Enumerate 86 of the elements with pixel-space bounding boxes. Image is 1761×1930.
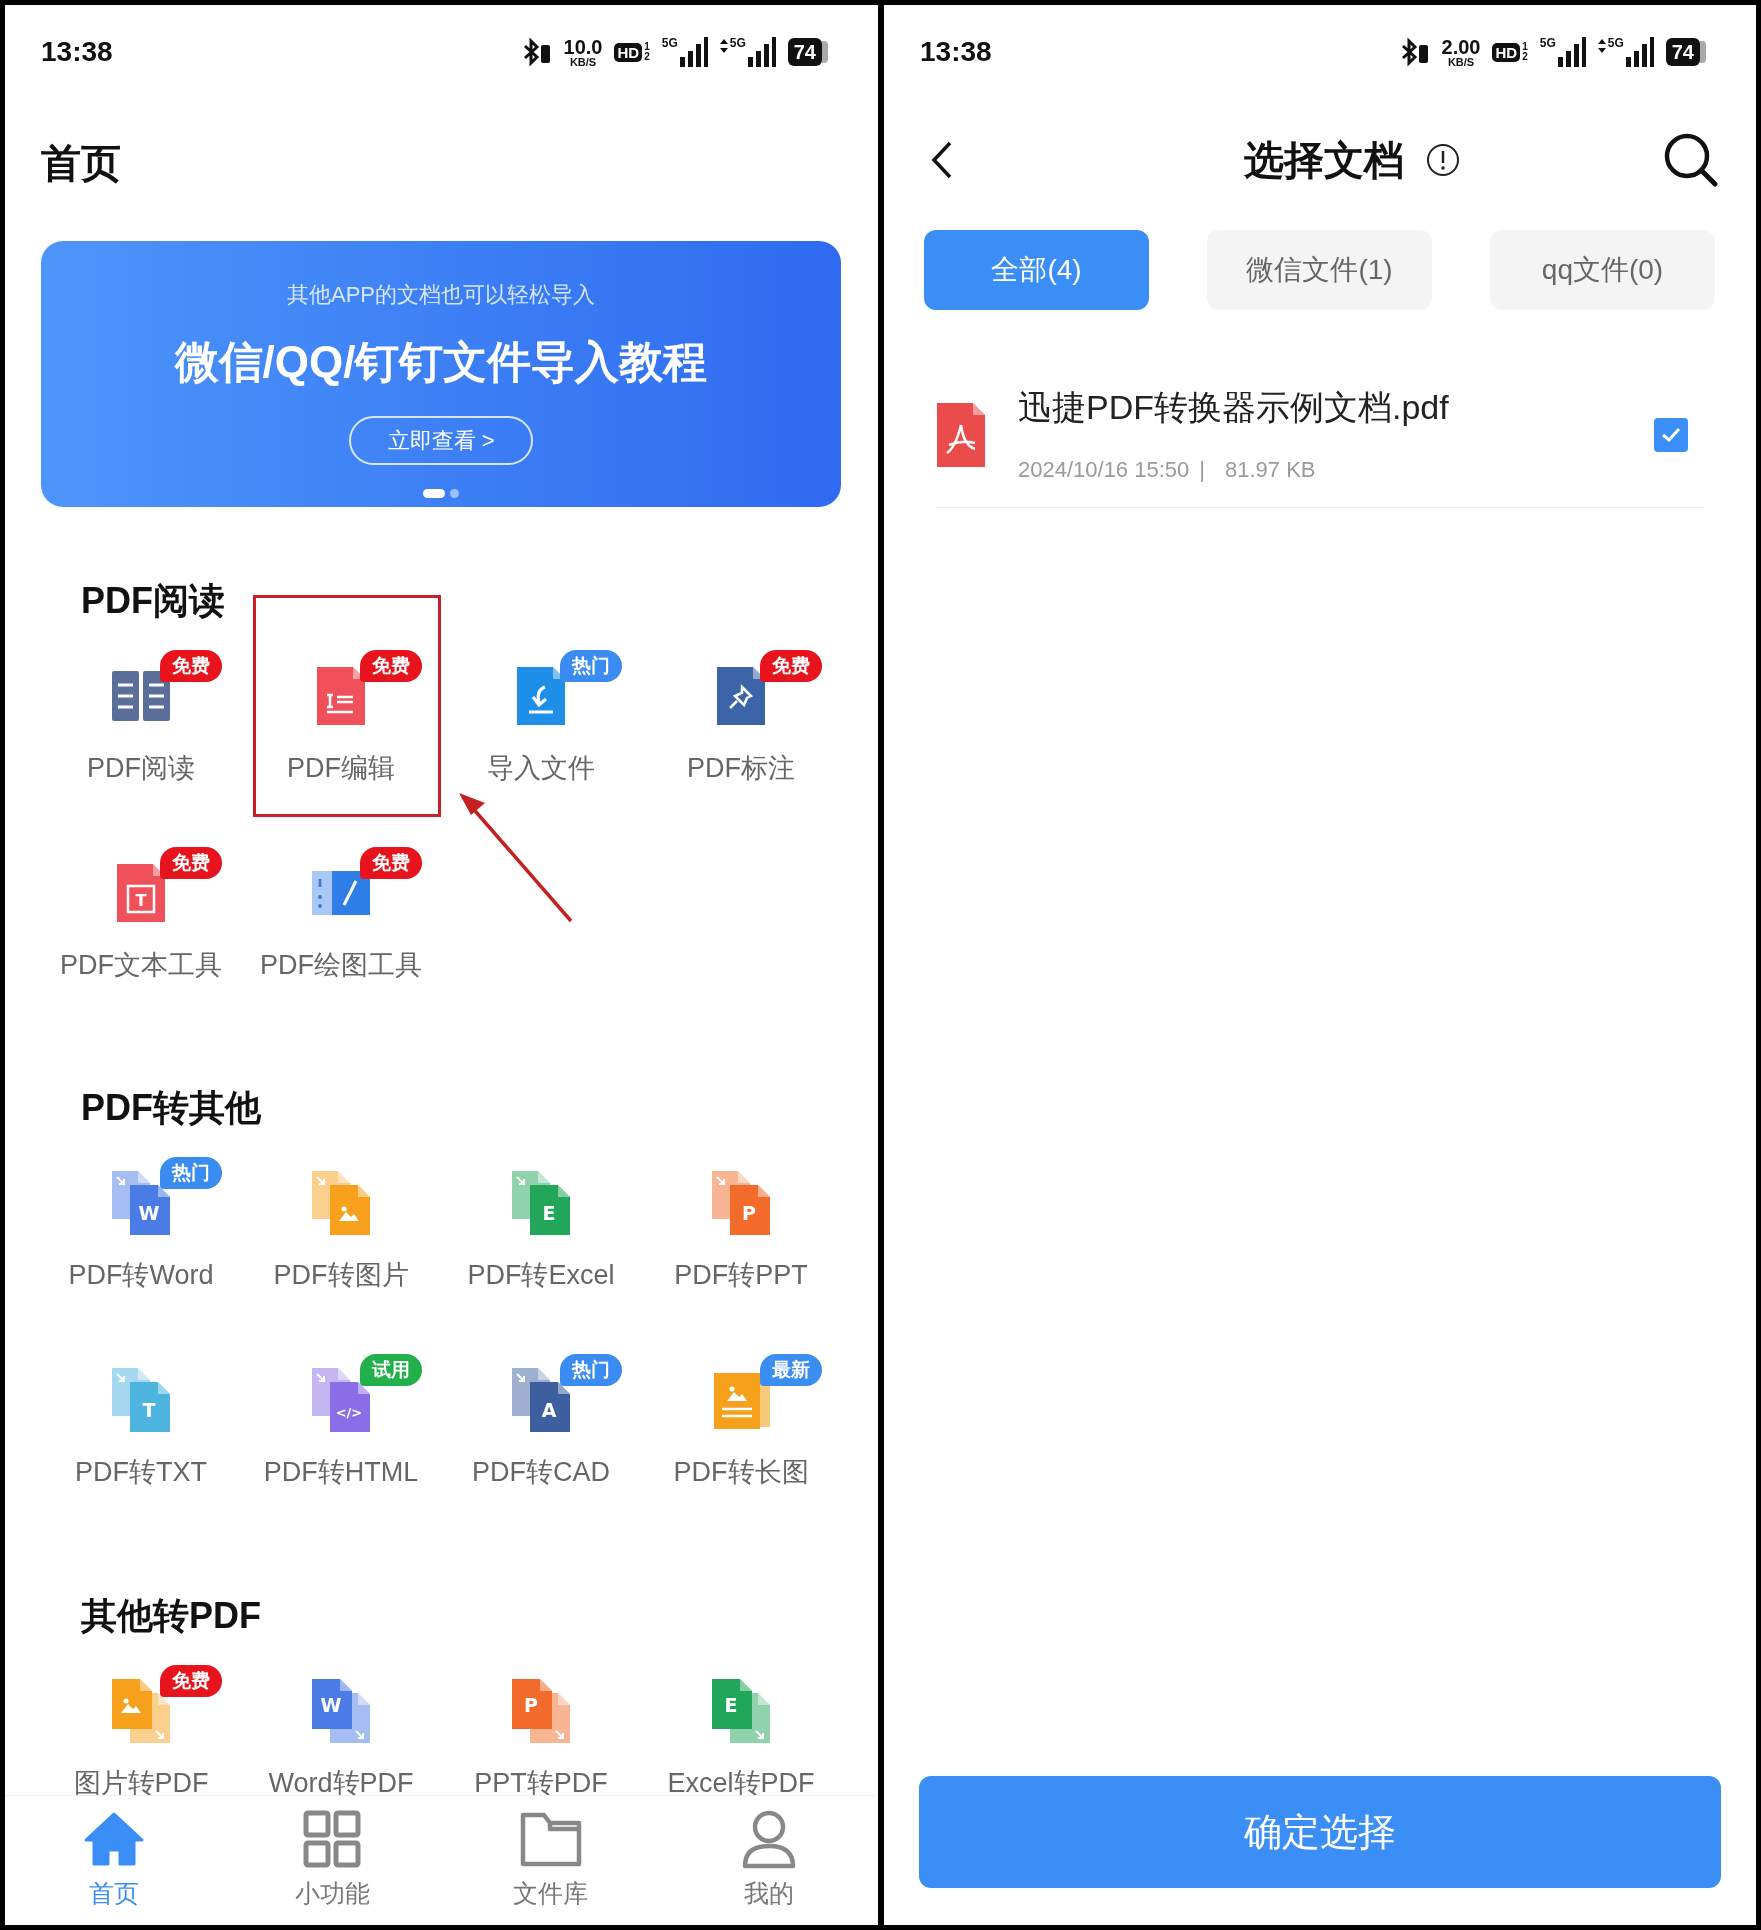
section-title: PDF阅读	[81, 579, 225, 623]
bluetooth-icon	[1399, 37, 1430, 67]
back-icon[interactable]	[930, 140, 954, 180]
hd-badge: HD	[1492, 42, 1521, 62]
feature-link[interactable]: PDF转CAD	[472, 1455, 610, 1489]
search-icon[interactable]	[1663, 132, 1719, 188]
feature-link[interactable]: PDF转Word	[68, 1258, 214, 1292]
text-tool-icon: T	[115, 862, 167, 924]
sim-number: 1	[1522, 42, 1528, 52]
file-date: 2024/10/16 15:50	[1018, 455, 1190, 484]
network-type: 5G	[1607, 37, 1624, 49]
feature-link[interactable]: 导入文件	[487, 751, 595, 785]
speed-unit: KB/S	[1447, 56, 1475, 68]
file-name[interactable]: 迅捷PDF转换器示例文档.pdf	[1018, 385, 1449, 429]
page-title: 选择文档	[1244, 137, 1404, 184]
import-document-icon	[515, 665, 567, 727]
sim-number: 2	[1522, 52, 1528, 62]
network-type: 5G	[1539, 37, 1556, 49]
badge: 免费	[360, 847, 422, 879]
nav-tab[interactable]: 小功能	[294, 1878, 370, 1908]
feature-link[interactable]: PDF转图片	[273, 1258, 409, 1292]
badge: 免费	[160, 650, 222, 682]
banner-headline: 微信/QQ/钉钉文件导入教程	[174, 336, 708, 388]
file-conversion-icon	[110, 1677, 172, 1745]
file-size: 81.97 KB	[1225, 455, 1316, 484]
badge: 免费	[360, 650, 422, 682]
folder-icon[interactable]	[519, 1811, 582, 1867]
signal-icon	[1623, 37, 1654, 67]
badge: 免费	[760, 650, 822, 682]
person-icon[interactable]	[740, 1809, 797, 1869]
pin-document-icon	[715, 665, 767, 727]
network-speed: 2.00	[1441, 36, 1481, 57]
badge: 热门	[560, 650, 622, 682]
badge: 免费	[160, 1665, 222, 1697]
badge: 热门	[160, 1157, 222, 1189]
network-speed: 10.0	[563, 36, 603, 57]
home-icon[interactable]	[84, 1812, 145, 1866]
file-conversion-icon	[310, 1169, 372, 1237]
filter-tab[interactable]: 微信文件(1)	[1207, 230, 1432, 310]
view-now-button[interactable]: 立即查看 >	[349, 416, 533, 465]
network-type: 5G	[729, 37, 746, 49]
nav-tab[interactable]: 文件库	[513, 1878, 589, 1908]
feature-link[interactable]: PDF转长图	[673, 1455, 809, 1489]
meta-separator: |	[1199, 455, 1205, 484]
signal-icon	[745, 37, 776, 67]
battery-tip-icon	[1700, 41, 1706, 63]
status-time: 13:38	[41, 35, 113, 69]
grid-icon[interactable]	[302, 1809, 363, 1869]
sim-number: 2	[644, 52, 650, 62]
feature-link[interactable]: PDF转HTML	[263, 1455, 419, 1489]
sim-number: 1	[644, 42, 650, 52]
filter-tab[interactable]: qq文件(0)	[1490, 230, 1715, 310]
network-type: 5G	[661, 37, 678, 49]
speed-unit: KB/S	[569, 56, 597, 68]
status-time: 13:38	[920, 35, 992, 69]
badge: 免费	[160, 847, 222, 879]
battery-level: 74	[787, 38, 822, 66]
pdf-file-icon	[935, 400, 987, 469]
feature-link[interactable]: PDF绘图工具	[260, 948, 422, 982]
feature-link[interactable]: PDF标注	[687, 751, 795, 785]
feature-link[interactable]: PDF编辑	[287, 751, 395, 785]
bluetooth-icon	[521, 37, 552, 67]
battery-tip-icon	[822, 41, 828, 63]
feature-link[interactable]: PDF转TXT	[75, 1455, 207, 1489]
feature-link[interactable]: PDF阅读	[87, 751, 195, 785]
section-title: PDF转其他	[81, 1086, 261, 1130]
section-title: 其他转PDF	[81, 1594, 261, 1638]
nav-tab[interactable]: 我的	[743, 1878, 794, 1908]
badge: 最新	[760, 1354, 822, 1386]
filter-tab[interactable]: 全部(4)	[924, 230, 1149, 310]
feature-link[interactable]: PDF转Excel	[467, 1258, 615, 1292]
edit-document-icon	[315, 665, 367, 727]
feature-link[interactable]: PDF转PPT	[674, 1258, 808, 1292]
checkbox[interactable]	[1654, 417, 1688, 452]
badge: 试用	[360, 1354, 422, 1386]
hd-badge: HD	[614, 42, 643, 62]
feature-link[interactable]: PDF文本工具	[60, 948, 222, 982]
check-icon	[1661, 426, 1681, 443]
banner[interactable]: 其他APP的文档也可以轻松导入 微信/QQ/钉钉文件导入教程 立即查看 >	[41, 241, 841, 507]
info-icon[interactable]	[1426, 143, 1460, 177]
battery-level: 74	[1665, 38, 1700, 66]
page-title: 首页	[41, 140, 121, 187]
confirm-button[interactable]: 确定选择	[919, 1776, 1721, 1888]
nav-tab[interactable]: 首页	[89, 1878, 140, 1908]
banner-subtitle: 其他APP的文档也可以轻松导入	[287, 281, 595, 309]
badge: 热门	[560, 1354, 622, 1386]
